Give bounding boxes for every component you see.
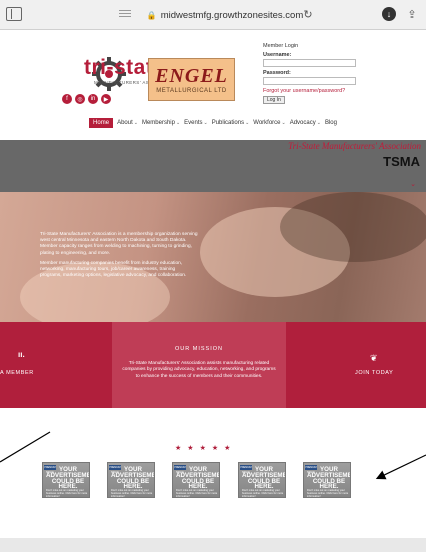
rating-stars: ★ ★ ★ ★ ★	[175, 444, 230, 452]
member-login-form: Member Login Username: Password: Forgot …	[263, 43, 363, 104]
nav-item-label: About	[117, 120, 133, 126]
nav-item-blog[interactable]: Blog	[325, 120, 337, 126]
mission-text: Tri-State Manufacturers' Association ass…	[122, 361, 276, 379]
password-field[interactable]	[263, 77, 356, 85]
nav-item-label: Advocacy	[289, 120, 316, 126]
ad-heading: YOUR ADVERTISEMENT COULD BE HERE.	[242, 466, 286, 491]
chevron-down-icon: ⌄	[133, 120, 138, 126]
instagram-icon[interactable]: ◎	[75, 94, 85, 104]
address-bar[interactable]: 🔒 midwestmfg.growthzonesites.com	[146, 7, 304, 23]
nav-item-label: Blog	[324, 120, 337, 126]
ad-body: Don't miss out on marketing your busines…	[242, 489, 284, 498]
leaf-icon: ❦	[370, 353, 378, 363]
ad-placeholder[interactable]: PREMIUM SPACE YOUR ADVERTISEMENT COULD B…	[172, 462, 220, 498]
reader-menu-icon[interactable]	[118, 7, 132, 21]
url-text: midwestmfg.growthzonesites.com	[160, 9, 304, 21]
brand-logo-part-a: tri-	[84, 56, 114, 79]
hero-photo-shadow	[280, 192, 426, 262]
footer-strip	[0, 538, 426, 552]
hero-description: Tri-State Manufacturers' Association is …	[40, 232, 198, 279]
ad-placeholder[interactable]: PREMIUM SPACE YOUR ADVERTISEMENT COULD B…	[42, 462, 90, 498]
nav-item-label: Publications	[211, 120, 245, 126]
sidebar-toggle-icon[interactable]	[6, 7, 22, 21]
username-label: Username:	[263, 52, 292, 58]
ad-placeholder[interactable]: PREMIUM SPACE YOUR ADVERTISEMENT COULD B…	[107, 462, 155, 498]
nav-item-label: Workforce	[253, 120, 281, 126]
nav-item-membership[interactable]: Membership ⌄	[142, 120, 180, 126]
share-icon[interactable]: ⇪	[404, 7, 420, 21]
banner-association-name: Tri-State Manufacturers' Association	[288, 141, 421, 151]
nav-item-events[interactable]: Events ⌄	[184, 120, 208, 126]
download-icon[interactable]: ↓	[382, 7, 396, 21]
star-icon: ★	[199, 445, 206, 452]
ad-body: Don't miss out on marketing your busines…	[46, 489, 88, 498]
youtube-icon[interactable]: ▶	[101, 94, 111, 104]
members-icon: ıı.	[18, 350, 25, 359]
lock-icon: 🔒	[146, 10, 157, 20]
nav-item-home[interactable]: Home	[89, 118, 114, 128]
password-label: Password:	[263, 70, 291, 76]
sponsor-logo-main: ENGEL	[155, 65, 228, 87]
mission-title: OUR MISSION	[175, 346, 223, 352]
nav-item-publications[interactable]: Publications ⌄	[212, 120, 250, 126]
chevron-down-icon[interactable]: ⌄	[410, 180, 416, 188]
hero-paragraph: Member manufacturing companies benefit f…	[40, 260, 187, 279]
nav-item-label: Events	[184, 120, 203, 126]
reload-icon[interactable]: ↻	[300, 7, 316, 21]
nav-item-label: Home	[93, 120, 110, 126]
ad-body: Don't miss out on marketing your busines…	[111, 489, 153, 498]
banner-acronym: TSMA	[383, 154, 420, 169]
browser-toolbar: 🔒 midwestmfg.growthzonesites.com ↻ ↓ ⇪	[0, 0, 426, 30]
username-field[interactable]	[263, 59, 356, 67]
login-title: Member Login	[263, 43, 299, 49]
forgot-credentials-link[interactable]: Forgot your username/password?	[263, 88, 363, 94]
hero-paragraph: Tri-State Manufacturers' Association is …	[40, 232, 198, 256]
star-icon: ★	[187, 445, 194, 452]
star-icon: ★	[211, 445, 219, 452]
chevron-down-icon: ⌄	[203, 120, 208, 126]
linkedin-icon[interactable]: in	[88, 94, 98, 104]
ad-body: Don't miss out on marketing your busines…	[176, 489, 218, 498]
chevron-down-icon: ⌄	[175, 120, 181, 126]
sponsor-logo[interactable]: ENGEL METALLURGICAL LTD	[148, 58, 235, 101]
ad-body: Don't miss out on marketing your busines…	[307, 489, 349, 498]
nav-item-workforce[interactable]: Workforce ⌄	[253, 120, 285, 126]
join-today-link[interactable]: JOIN TODAY	[355, 370, 393, 376]
chevron-down-icon: ⌄	[316, 120, 321, 126]
nav-item-label: Membership	[141, 120, 175, 126]
ad-heading: YOUR ADVERTISEMENT COULD BE HERE.	[176, 466, 220, 491]
become-member-link[interactable]: A MEMBER	[0, 370, 34, 376]
star-icon: ★	[175, 445, 182, 452]
star-icon: ★	[224, 445, 231, 452]
ad-heading: YOUR ADVERTISEMENT COULD BE HERE.	[46, 466, 90, 491]
ad-placeholder[interactable]: PREMIUM SPACE YOUR ADVERTISEMENT COULD B…	[238, 462, 286, 498]
hero-section: Tri-State Manufacturers' Association is …	[0, 192, 426, 322]
ad-heading: YOUR ADVERTISEMENT COULD BE HERE.	[307, 466, 351, 491]
chevron-down-icon: ⌄	[245, 120, 250, 126]
facebook-icon[interactable]: f	[62, 94, 72, 104]
ad-heading: YOUR ADVERTISEMENT COULD BE HERE.	[111, 466, 155, 491]
sponsor-logo-sub: METALLURGICAL LTD	[156, 88, 227, 94]
ad-placeholder[interactable]: PREMIUM SPACE YOUR ADVERTISEMENT COULD B…	[303, 462, 351, 498]
chevron-down-icon: ⌄	[281, 120, 286, 126]
nav-item-advocacy[interactable]: Advocacy ⌄	[290, 120, 321, 126]
main-nav: Home About ⌄ Membership ⌄ Events ⌄ Publicat…	[0, 116, 426, 130]
nav-item-about[interactable]: About ⌄	[117, 120, 138, 126]
login-button[interactable]: Log In	[263, 96, 285, 104]
